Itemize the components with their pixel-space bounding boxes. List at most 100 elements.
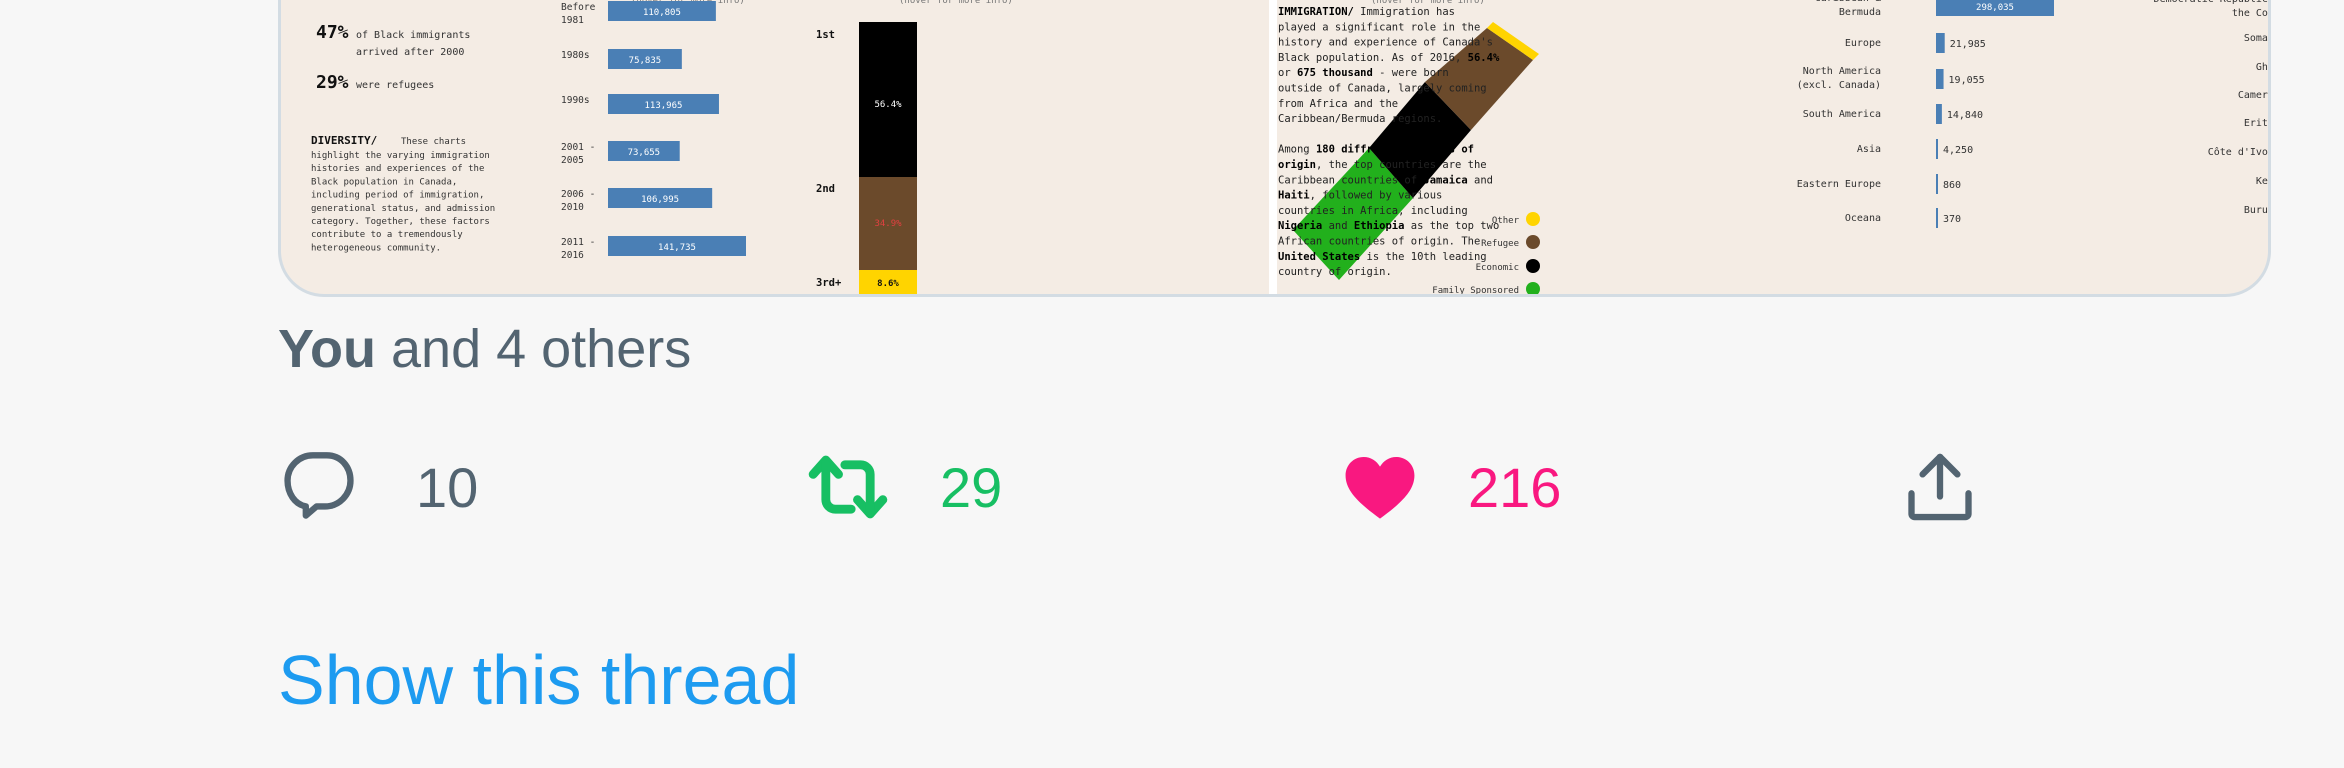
tweet-action-bar: 10 29 216: [278, 432, 2018, 542]
immigration-text-line: Black population. As of 2016, 56.4%: [1278, 52, 1500, 64]
period-label: Before: [561, 2, 596, 13]
generation-label: 1st: [816, 29, 835, 41]
immigration-text-line: or 675 thousand - were born: [1278, 67, 1449, 79]
region-label: Oceana: [1845, 213, 1881, 224]
diversity-line-1: highlight the varying immigration: [311, 151, 490, 161]
immigration-text-line: IMMIGRATION/ Immigration has: [1278, 6, 1455, 18]
region-label: Bermuda: [1839, 7, 1881, 18]
region-bar-value: 298,035: [1976, 3, 2014, 13]
legend-swatch: [1526, 259, 1540, 273]
liked-by-you: You: [278, 319, 376, 379]
diversity-line-5: generational status, and admission: [311, 204, 495, 214]
region-bar: [1936, 69, 1944, 89]
region-label: South America: [1803, 109, 1881, 120]
country-label: Burundi: [2244, 205, 2268, 216]
period-label: 1980s: [561, 50, 590, 61]
region-label: Eastern Europe: [1797, 179, 1881, 190]
country-label: Cameroon: [2238, 90, 2268, 101]
immigration-text-line: United States is the 10th leading: [1278, 251, 1487, 263]
diversity-line-3: Black population in Canada,: [311, 177, 457, 187]
show-this-thread-link[interactable]: Show this thread: [278, 640, 799, 720]
retweet-icon: [808, 455, 888, 519]
stat-text-1a: of Black immigrants: [356, 30, 470, 41]
legend-swatch: [1526, 212, 1540, 226]
period-bar-value: 73,655: [628, 148, 661, 158]
period-label: 2006 -: [561, 189, 595, 200]
retweet-button[interactable]: 29: [806, 432, 1002, 542]
stat-text-1b: arrived after 2000: [356, 47, 464, 58]
period-label: 2005: [561, 155, 584, 166]
liked-by-others: and 4 others: [391, 319, 692, 379]
region-bar: [1936, 33, 1945, 53]
diversity-line-6: category. Together, these factors: [311, 217, 490, 227]
region-bar: [1936, 174, 1938, 194]
region-bar: [1936, 139, 1938, 159]
immigration-text-line: origin, the top countries are the: [1278, 159, 1487, 171]
period-bar-value: 106,995: [641, 195, 679, 205]
like-button[interactable]: 216: [1342, 432, 1561, 542]
region-label: (excl. Canada): [1797, 80, 1881, 91]
reply-count: 10: [416, 455, 479, 519]
panel-divider: [1269, 0, 1277, 294]
reply-button[interactable]: 10: [282, 432, 478, 542]
share-button[interactable]: [1902, 432, 1978, 542]
period-bar-value: 113,965: [645, 101, 683, 111]
tweet-media-image[interactable]: (hover for more info) 47% of Black immigra…: [278, 0, 2271, 297]
country-label: Somalia: [2244, 33, 2268, 44]
region-bar-value: 4,250: [1943, 145, 1973, 156]
retweet-count: 29: [940, 455, 1003, 519]
immigration-text-line: African countries of origin. The: [1278, 236, 1480, 248]
immigration-text-line: history and experience of Canada's: [1278, 37, 1493, 49]
diversity-line-2: histories and experiences of the: [311, 164, 484, 174]
region-bar: [1936, 208, 1938, 228]
country-label: Kenya: [2256, 176, 2268, 187]
legend-label: Family Sponsored: [1432, 286, 1519, 294]
share-icon: [1908, 453, 1972, 521]
stat-value-2: 29%: [316, 72, 349, 93]
region-label: Asia: [1857, 144, 1881, 155]
generation-value: 34.9%: [874, 219, 902, 229]
period-label: 1990s: [561, 95, 590, 106]
region-bar-value: 370: [1943, 214, 1961, 225]
immigration-text-line: countries in Africa, including: [1278, 205, 1468, 217]
legend-label: Refugee: [1481, 239, 1519, 249]
period-label: 2016: [561, 250, 584, 261]
liked-by-text[interactable]: You and 4 others: [278, 318, 691, 380]
legend-label: Economic: [1476, 263, 1519, 273]
infographic: (hover for more info) 47% of Black immigra…: [311, 0, 2268, 294]
region-bar-value: 19,055: [1949, 75, 1985, 86]
period-label: 2001 -: [561, 142, 595, 153]
immigration-text-line: Caribbean countries of Jamaica and: [1278, 174, 1493, 186]
generation-value: 8.6%: [877, 279, 899, 289]
region-bar-value: 21,985: [1950, 39, 1986, 50]
region-label: Europe: [1845, 38, 1881, 49]
immigration-text-line: from Africa and the: [1278, 98, 1398, 110]
period-bar-value: 141,735: [658, 243, 696, 253]
period-label: 1981: [561, 15, 584, 26]
heart-icon: [1345, 456, 1415, 519]
region-label: North America: [1803, 66, 1881, 77]
immigration-text-line: Caribbean/Bermuda regions.: [1278, 113, 1442, 125]
country-label: Côte d'Ivoire: [2208, 146, 2268, 158]
period-label: 2010: [561, 202, 584, 213]
country-label: Democratic Republic of: [2154, 0, 2268, 5]
country-label: Ghana: [2256, 62, 2268, 73]
period-bar-value: 75,835: [629, 56, 662, 66]
immigration-text-line: Nigeria and Ethiopia as the top two: [1278, 220, 1499, 232]
generation-value: 56.4%: [874, 100, 902, 110]
like-count: 216: [1468, 455, 1562, 519]
diversity-heading: DIVERSITY/: [311, 134, 378, 147]
period-bar-value: 110,805: [643, 8, 681, 18]
immigration-text-line: country of origin.: [1278, 266, 1392, 278]
region-bar-value: 860: [1943, 180, 1961, 191]
region-bar-value: 14,840: [1947, 110, 1983, 121]
hover-hint-2: (hover for more info): [899, 0, 1013, 6]
diversity-line-0: These charts: [401, 137, 466, 147]
generation-label: 2nd: [816, 183, 835, 195]
immigration-text-line: outside of Canada, largely coming: [1278, 83, 1487, 95]
legend-swatch: [1526, 235, 1540, 249]
reply-icon: [284, 452, 354, 519]
immigration-text-line: Haiti, followed by various: [1278, 190, 1442, 202]
period-label: 2011 -: [561, 237, 595, 248]
stat-text-2: were refugees: [356, 80, 434, 91]
